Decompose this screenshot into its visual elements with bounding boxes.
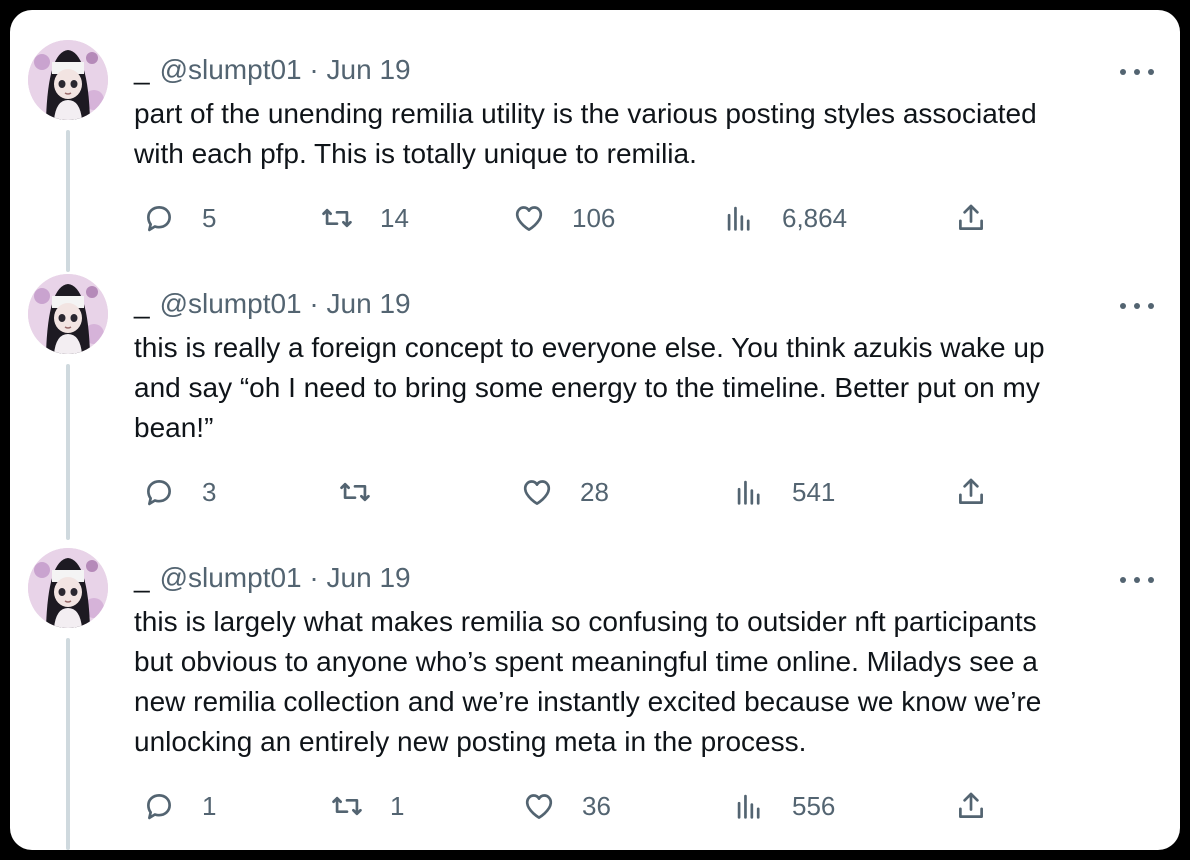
like-button[interactable]: 36	[522, 786, 611, 826]
reply-count: 1	[202, 790, 217, 821]
more-dots-icon	[1134, 69, 1140, 75]
views-button[interactable]: 556	[732, 786, 835, 826]
retweet-arrows-icon	[322, 208, 352, 228]
more-options-button[interactable]	[1120, 568, 1154, 592]
reply-bubble-icon	[147, 480, 171, 506]
display-name[interactable]: _	[134, 562, 150, 593]
retweet-button[interactable]: 1	[330, 786, 404, 826]
tweet-text: this is really a foreign concept to ever…	[134, 332, 1045, 443]
retweet-arrows-icon	[340, 482, 370, 502]
thread-container: _ @slumpt01 · Jun 19 part of the unending…	[10, 10, 1180, 850]
more-dots-icon	[1148, 577, 1154, 583]
avatar[interactable]	[28, 548, 108, 628]
tweet-actions: 3 28 541	[134, 472, 994, 512]
reply-button[interactable]: 3	[142, 472, 216, 512]
tweet-actions: 5 14 106 6,864	[134, 198, 994, 238]
like-button[interactable]: 106	[512, 198, 615, 238]
separator-dot: ·	[309, 562, 319, 593]
more-dots-icon	[1120, 577, 1126, 583]
avatar[interactable]	[28, 40, 108, 120]
tweet-actions: 1 1 36 556	[134, 786, 994, 826]
view-count: 6,864	[782, 202, 848, 233]
tweet-date[interactable]: Jun 19	[327, 562, 411, 593]
more-dots-icon	[1120, 69, 1126, 75]
share-button[interactable]	[954, 472, 988, 512]
avatar[interactable]	[28, 274, 108, 354]
thread-connector-line	[66, 638, 70, 850]
share-upload-icon	[959, 204, 983, 230]
more-options-button[interactable]	[1120, 294, 1154, 318]
like-count: 28	[580, 476, 609, 507]
tweet-header: _ @slumpt01 · Jun 19	[134, 52, 411, 88]
view-count: 556	[792, 790, 836, 821]
more-dots-icon	[1134, 303, 1140, 309]
heart-icon	[523, 480, 551, 505]
tweet-date[interactable]: Jun 19	[327, 54, 411, 85]
reply-bubble-icon	[147, 206, 171, 232]
views-button[interactable]: 6,864	[722, 198, 847, 238]
user-handle[interactable]: @slumpt01	[160, 562, 302, 593]
reply-count: 3	[202, 476, 217, 507]
reply-button[interactable]: 1	[142, 786, 216, 826]
like-count: 106	[572, 202, 616, 233]
tweet-header: _ @slumpt01 · Jun 19	[134, 286, 411, 322]
share-button[interactable]	[954, 198, 988, 238]
retweet-button[interactable]	[338, 472, 398, 512]
display-name[interactable]: _	[134, 54, 150, 85]
more-dots-icon	[1148, 303, 1154, 309]
user-handle[interactable]: @slumpt01	[160, 54, 302, 85]
share-button[interactable]	[954, 786, 988, 826]
retweet-count: 1	[390, 790, 405, 821]
separator-dot: ·	[309, 288, 319, 319]
tweet-text: part of the unending remilia utility is …	[134, 98, 1037, 169]
share-upload-icon	[959, 792, 983, 818]
thread-connector-line	[66, 130, 70, 272]
like-count: 36	[582, 790, 611, 821]
bar-chart-icon	[737, 794, 760, 819]
heart-icon	[525, 794, 553, 819]
share-upload-icon	[959, 478, 983, 504]
views-button[interactable]: 541	[732, 472, 835, 512]
display-name[interactable]: _	[134, 288, 150, 319]
reply-bubble-icon	[147, 794, 171, 820]
more-options-button[interactable]	[1120, 60, 1154, 84]
like-button[interactable]: 28	[520, 472, 609, 512]
tweet-header: _ @slumpt01 · Jun 19	[134, 560, 411, 596]
thread-connector-line	[66, 364, 70, 540]
bar-chart-icon	[727, 206, 750, 231]
user-handle[interactable]: @slumpt01	[160, 288, 302, 319]
reply-button[interactable]: 5	[142, 198, 216, 238]
reply-count: 5	[202, 202, 217, 233]
retweet-count: 14	[380, 202, 409, 233]
more-dots-icon	[1134, 577, 1140, 583]
heart-icon	[515, 206, 543, 231]
separator-dot: ·	[309, 54, 319, 85]
retweet-arrows-icon	[332, 796, 362, 816]
more-dots-icon	[1148, 69, 1154, 75]
retweet-button[interactable]: 14	[320, 198, 409, 238]
tweet-text: this is largely what makes remilia so co…	[134, 606, 1042, 757]
view-count: 541	[792, 476, 836, 507]
more-dots-icon	[1120, 303, 1126, 309]
tweet-date[interactable]: Jun 19	[327, 288, 411, 319]
bar-chart-icon	[737, 480, 760, 505]
